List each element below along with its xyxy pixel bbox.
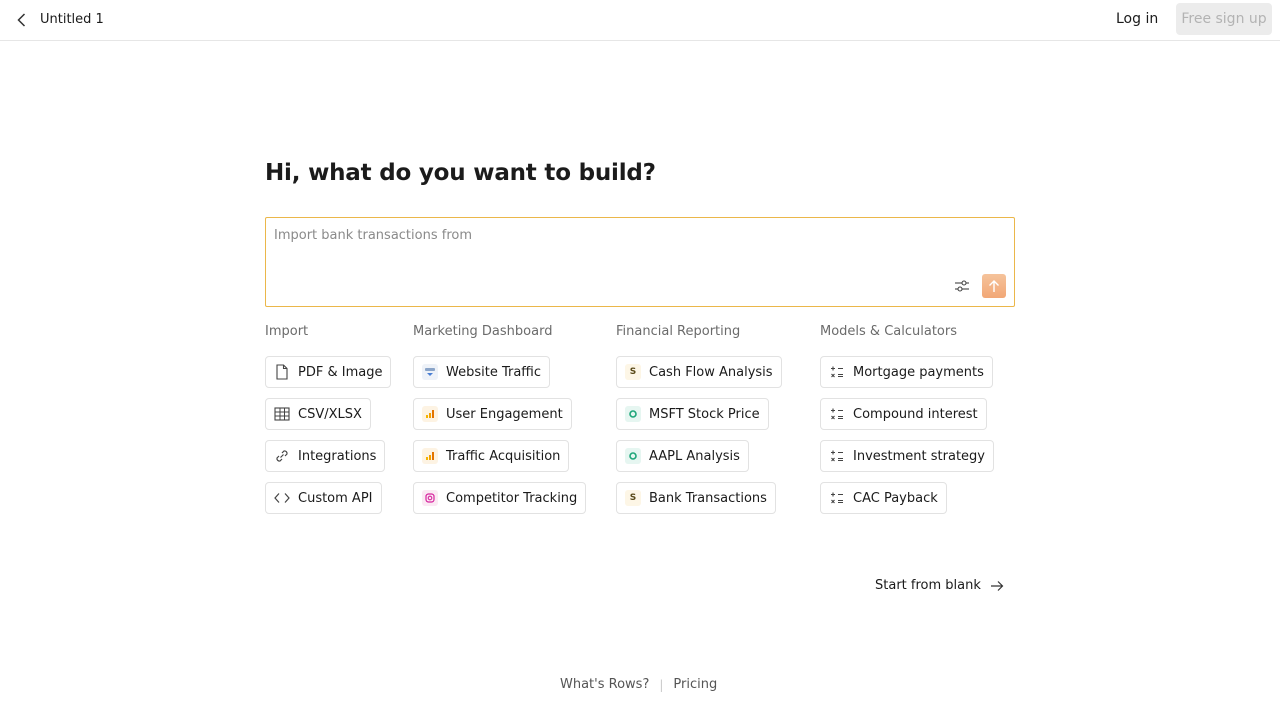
- template-label: CSV/XLSX: [298, 406, 362, 422]
- stock-icon: [624, 447, 642, 465]
- calculator-icon: [828, 489, 846, 507]
- template-user-engagement[interactable]: User Engagement: [413, 398, 572, 430]
- arrow-right-icon: [990, 580, 1004, 591]
- calculator-icon: [828, 447, 846, 465]
- template-label: Custom API: [298, 490, 373, 506]
- column-title-import: Import: [265, 324, 309, 339]
- document-title[interactable]: Untitled 1: [40, 12, 104, 27]
- template-compound-interest[interactable]: Compound interest: [820, 398, 987, 430]
- code-icon: [273, 489, 291, 507]
- column-title-marketing: Marketing Dashboard: [413, 324, 553, 339]
- template-custom-api[interactable]: Custom API: [265, 482, 382, 514]
- template-bank-transactions[interactable]: S Bank Transactions: [616, 482, 776, 514]
- dollar-icon: S: [624, 489, 642, 507]
- chevron-left-icon[interactable]: [12, 10, 32, 30]
- template-label: Website Traffic: [446, 364, 542, 380]
- sliders-icon[interactable]: [954, 278, 970, 294]
- search-console-icon: [421, 363, 439, 381]
- column-title-financial: Financial Reporting: [616, 324, 741, 339]
- page-heading: Hi, what do you want to build?: [265, 160, 656, 186]
- template-label: Mortgage payments: [853, 364, 984, 380]
- template-label: Bank Transactions: [649, 490, 767, 506]
- template-msft-stock-price[interactable]: MSFT Stock Price: [616, 398, 769, 430]
- prompt-box: [265, 217, 1015, 307]
- prompt-input[interactable]: [266, 218, 1014, 306]
- template-website-traffic[interactable]: Website Traffic: [413, 356, 551, 388]
- free-signup-button[interactable]: Free sign up: [1176, 3, 1272, 35]
- template-label: Traffic Acquisition: [446, 448, 561, 464]
- financial-column: Financial Reporting S Cash Flow Analysis…: [616, 324, 782, 524]
- template-label: CAC Payback: [853, 490, 938, 506]
- template-label: Investment strategy: [853, 448, 985, 464]
- template-integrations[interactable]: Integrations: [265, 440, 386, 472]
- template-mortgage-payments[interactable]: Mortgage payments: [820, 356, 993, 388]
- link-icon: [273, 447, 291, 465]
- top-bar: Untitled 1 Log in Free sign up: [0, 0, 1280, 41]
- table-icon: [273, 405, 291, 423]
- dollar-icon: S: [624, 363, 642, 381]
- footer: What's Rows? | Pricing: [560, 677, 717, 692]
- template-label: Competitor Tracking: [446, 490, 578, 506]
- whats-rows-link[interactable]: What's Rows?: [560, 677, 649, 692]
- models-column: Models & Calculators Mortgage payments C…: [820, 324, 994, 524]
- template-label: AAPL Analysis: [649, 448, 740, 464]
- start-from-blank-link[interactable]: Start from blank: [875, 578, 1004, 593]
- template-cac-payback[interactable]: CAC Payback: [820, 482, 947, 514]
- template-competitor-tracking[interactable]: Competitor Tracking: [413, 482, 587, 514]
- template-cash-flow-analysis[interactable]: S Cash Flow Analysis: [616, 356, 782, 388]
- calculator-icon: [828, 405, 846, 423]
- login-button[interactable]: Log in: [1116, 11, 1158, 27]
- template-label: User Engagement: [446, 406, 563, 422]
- template-csv-xlsx[interactable]: CSV/XLSX: [265, 398, 371, 430]
- template-aapl-analysis[interactable]: AAPL Analysis: [616, 440, 749, 472]
- template-investment-strategy[interactable]: Investment strategy: [820, 440, 994, 472]
- template-label: Integrations: [298, 448, 377, 464]
- template-pdf-image[interactable]: PDF & Image: [265, 356, 392, 388]
- pricing-link[interactable]: Pricing: [673, 677, 717, 692]
- template-label: MSFT Stock Price: [649, 406, 760, 422]
- import-column: Import PDF & Image CSV/XLSX Integrations…: [265, 324, 392, 524]
- analytics-icon: [421, 447, 439, 465]
- send-button[interactable]: [982, 274, 1006, 298]
- footer-separator: |: [659, 677, 664, 692]
- instagram-icon: [421, 489, 439, 507]
- calculator-icon: [828, 363, 846, 381]
- stock-icon: [624, 405, 642, 423]
- template-traffic-acquisition[interactable]: Traffic Acquisition: [413, 440, 570, 472]
- analytics-icon: [421, 405, 439, 423]
- template-label: PDF & Image: [298, 364, 383, 380]
- template-label: Cash Flow Analysis: [649, 364, 773, 380]
- column-title-models: Models & Calculators: [820, 324, 957, 339]
- document-icon: [273, 363, 291, 381]
- start-from-blank-label: Start from blank: [875, 578, 981, 593]
- template-label: Compound interest: [853, 406, 978, 422]
- marketing-column: Marketing Dashboard Website Traffic User…: [413, 324, 587, 524]
- arrow-up-icon: [989, 280, 999, 292]
